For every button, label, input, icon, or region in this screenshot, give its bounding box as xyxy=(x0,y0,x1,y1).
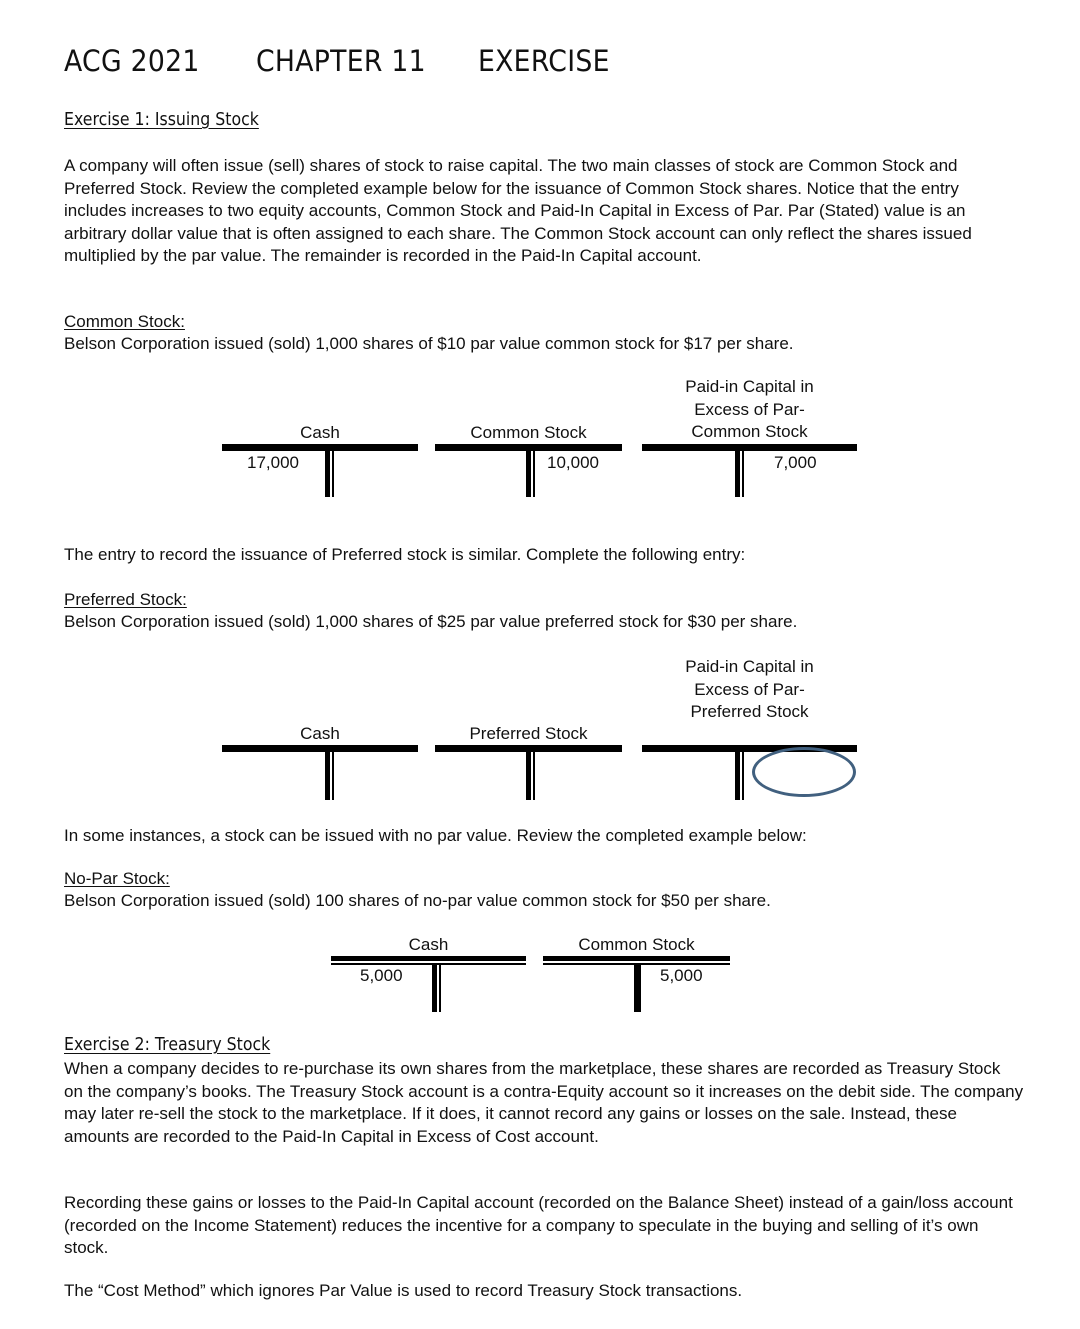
preferred-transition-text: The entry to record the issuance of Pref… xyxy=(64,545,746,564)
common-stock-subheading: Common Stock: xyxy=(64,312,185,331)
exercise1-heading: Exercise 1: Issuing Stock xyxy=(64,110,259,130)
preferred-stock-subheading: Preferred Stock: xyxy=(64,590,187,609)
title-line: Excess of Par- xyxy=(694,399,805,419)
t-account-hline xyxy=(222,745,418,752)
debit-amount: 17,000 xyxy=(247,453,299,472)
t-account-vline xyxy=(325,450,330,497)
credit-amount: 10,000 xyxy=(547,453,599,472)
course-code: ACG 2021 xyxy=(64,44,200,78)
exercise2-paragraph-3: The “Cost Method” which ignores Par Valu… xyxy=(64,1281,743,1300)
credit-amount: 7,000 xyxy=(774,453,817,472)
chapter-title: CHAPTER 11 xyxy=(256,44,426,78)
title-line: Excess of Par- xyxy=(694,679,805,699)
t-account-title: Paid-in Capital in Excess of Par- Common… xyxy=(642,376,857,444)
exercise2-paragraph-1: When a company decides to re-purchase it… xyxy=(64,1059,1024,1146)
t-account-title: Preferred Stock xyxy=(469,724,588,743)
title-line: Preferred Stock xyxy=(690,702,809,721)
t-account-title: Paid-in Capital in Excess of Par- Prefer… xyxy=(642,656,857,724)
exercise2-heading: Exercise 2: Treasury Stock xyxy=(64,1035,271,1055)
preferred-stock-description: Belson Corporation issued (sold) 1,000 s… xyxy=(64,612,798,631)
t-account-vline xyxy=(634,965,641,1012)
t-account-vline-thin xyxy=(742,450,744,497)
nopar-stock-subheading: No-Par Stock: xyxy=(64,869,170,888)
t-account-vline-thin xyxy=(439,965,441,1012)
exercise2-paragraph-2: Recording these gains or losses to the P… xyxy=(64,1193,1013,1258)
t-account-vline xyxy=(526,450,531,497)
t-account-vline xyxy=(735,751,740,800)
t-account-hline xyxy=(331,956,526,961)
credit-amount: 5,000 xyxy=(660,966,703,985)
title-line: Paid-in Capital in xyxy=(685,377,814,396)
t-account-hline xyxy=(543,956,730,961)
t-account-vline-thin xyxy=(332,450,334,497)
nopar-stock-description: Belson Corporation issued (sold) 100 sha… xyxy=(64,891,771,910)
t-account-hline xyxy=(222,444,418,451)
t-account-vline-thin xyxy=(533,751,535,800)
t-account-vline xyxy=(432,965,437,1012)
debit-amount: 5,000 xyxy=(360,966,403,985)
t-account-vline-thin xyxy=(742,751,744,800)
t-account-hline-thin xyxy=(331,963,526,965)
t-account-title: Cash xyxy=(408,935,449,954)
common-stock-description: Belson Corporation issued (sold) 1,000 s… xyxy=(64,334,794,353)
document-type: EXERCISE xyxy=(478,44,610,78)
nopar-intro-text: In some instances, a stock can be issued… xyxy=(64,826,807,845)
t-account-title: Common Stock xyxy=(578,935,695,954)
t-account-vline-thin xyxy=(533,450,535,497)
answer-highlight-ellipse[interactable] xyxy=(752,747,856,797)
title-line: Paid-in Capital in xyxy=(685,657,814,676)
t-account-title: Common Stock xyxy=(470,423,587,442)
t-account-vline xyxy=(735,450,740,497)
title-line: Common Stock xyxy=(691,422,808,441)
t-account-vline-thin xyxy=(332,751,334,800)
t-account-hline xyxy=(642,444,857,451)
t-account-title: Cash xyxy=(300,423,340,442)
t-account-vline xyxy=(325,751,330,800)
t-account-title: Cash xyxy=(300,724,340,743)
t-account-vline xyxy=(526,751,531,800)
exercise1-intro: A company will often issue (sell) shares… xyxy=(64,156,972,266)
